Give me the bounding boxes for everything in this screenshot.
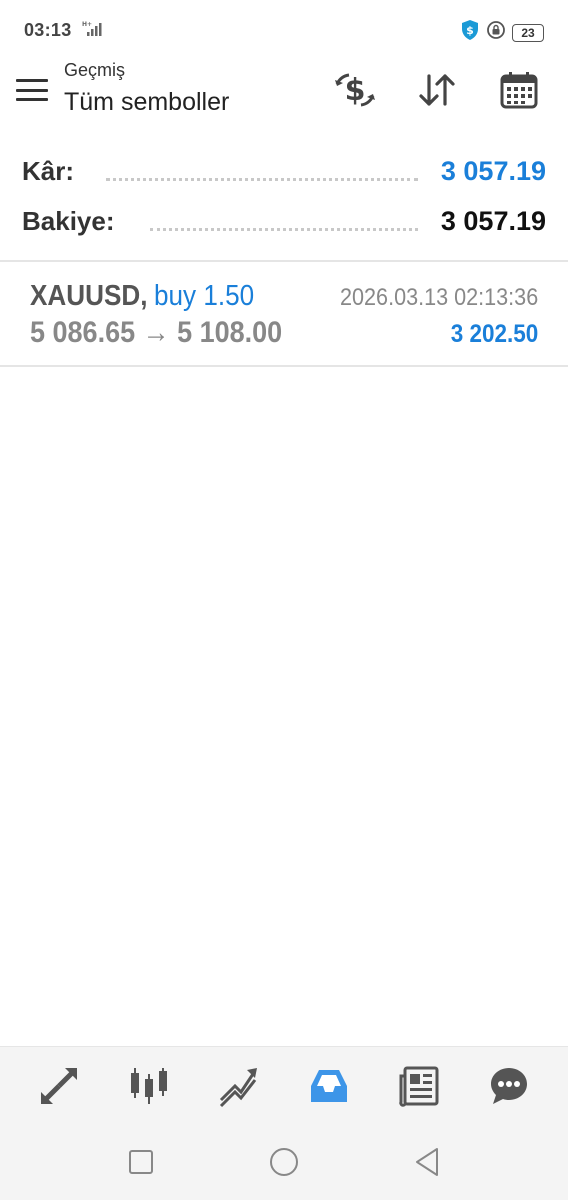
deal-symbol: XAUUSD, <box>30 280 148 312</box>
svg-text:H+: H+ <box>82 21 92 28</box>
deal-type: buy 1.50 <box>154 280 255 312</box>
status-bar: 03:13 H+ $ 23 <box>0 0 568 60</box>
header-subtitle: Geçmiş <box>64 60 126 80</box>
news-icon[interactable] <box>389 1056 449 1116</box>
system-nav <box>0 1124 568 1200</box>
summary-panel: Kâr: 3 057.19 Bakiye: 3 057.19 <box>0 148 568 248</box>
currency-exchange-icon[interactable]: $ <box>324 66 386 114</box>
battery-indicator: 23 <box>512 23 544 42</box>
page-title[interactable]: Tüm semboller <box>64 88 229 117</box>
home-icon[interactable] <box>254 1132 314 1192</box>
balance-value: 3 057.19 <box>434 206 546 237</box>
chart-icon[interactable] <box>119 1056 179 1116</box>
header: Geçmiş Tüm semboller $ <box>0 56 568 136</box>
bottom-nav <box>0 1046 568 1124</box>
profit-label: Kâr: <box>22 156 81 187</box>
balance-label: Bakiye: <box>22 206 121 237</box>
divider <box>0 365 568 367</box>
svg-text:$: $ <box>345 73 366 108</box>
status-time: 03:13 <box>24 20 72 40</box>
back-icon[interactable] <box>397 1132 457 1192</box>
shield-icon: $ <box>460 19 480 46</box>
list-item[interactable]: XAUUSD, buy 1.50 2026.03.13 02:13:36 5 0… <box>0 262 568 366</box>
profit-row: Kâr: 3 057.19 <box>0 148 568 198</box>
lock-rotation-icon <box>486 20 506 45</box>
menu-icon[interactable] <box>16 76 48 104</box>
deal-profit: 3 202.50 <box>450 320 538 348</box>
svg-text:$: $ <box>466 24 474 37</box>
sort-icon[interactable] <box>406 66 468 114</box>
calendar-icon[interactable] <box>488 66 550 114</box>
deal-prices: 5 086.65 → 5 108.00 <box>30 316 283 349</box>
recent-apps-icon[interactable] <box>111 1132 171 1192</box>
history-icon[interactable] <box>299 1056 359 1116</box>
deal-time: 2026.03.13 02:13:36 <box>339 284 538 311</box>
chat-icon[interactable] <box>479 1056 539 1116</box>
signal-icon: H+ <box>82 20 104 36</box>
quotes-icon[interactable] <box>29 1056 89 1116</box>
trade-icon[interactable] <box>209 1056 269 1116</box>
balance-row: Bakiye: 3 057.19 <box>0 198 568 248</box>
profit-value: 3 057.19 <box>434 156 546 187</box>
